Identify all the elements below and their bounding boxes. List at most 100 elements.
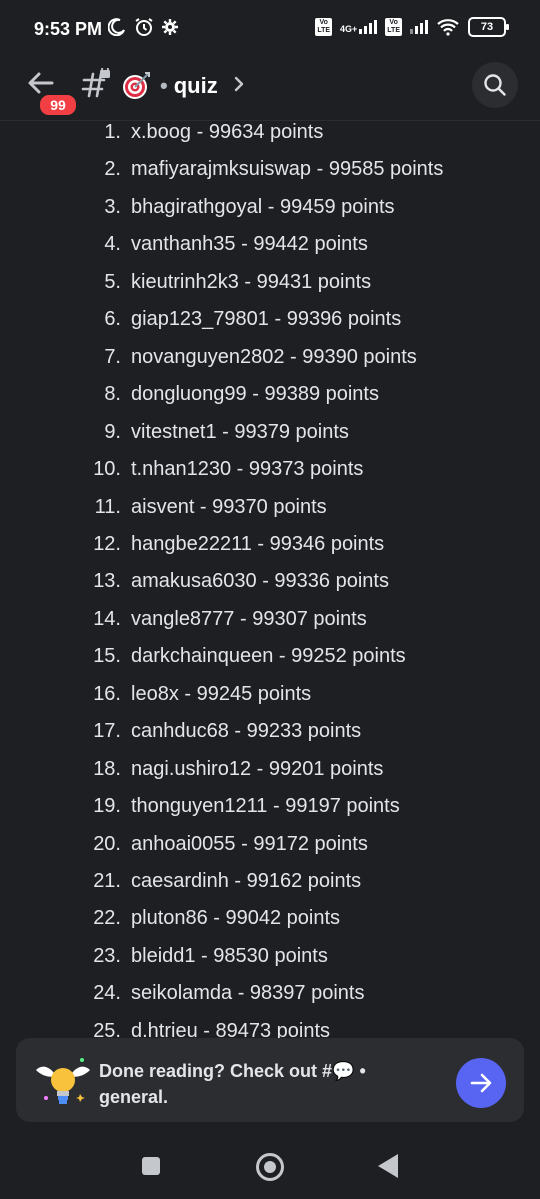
user-score-text: giap123_79801 - 99396 points (131, 308, 402, 331)
leaderboard-row: 18. nagi.ushiro12 - 99201 points (0, 756, 540, 793)
recents-button[interactable] (142, 1157, 160, 1175)
moon-icon (108, 18, 125, 36)
rank-number: 8. (104, 383, 121, 406)
channel-header: 99 • quiz (0, 58, 540, 120)
title-separator: • (160, 73, 168, 98)
rank-number: 4. (104, 233, 121, 256)
rank-number: 16. (93, 682, 121, 705)
user-score-text: seikolamda - 98397 points (131, 982, 365, 1005)
home-button[interactable] (256, 1153, 284, 1181)
leaderboard-row: 8. dongluong99 - 99389 points (0, 381, 540, 418)
leaderboard-row: 10. t.nhan1230 - 99373 points (0, 456, 540, 493)
channel-title[interactable]: • quiz (160, 73, 218, 99)
rank-number: 23. (93, 944, 121, 967)
user-score-text: canhduc68 - 99233 points (131, 720, 362, 743)
rank-number: 12. (93, 532, 121, 555)
user-score-text: pluton86 - 99042 points (131, 907, 341, 930)
user-score-text: novanguyen2802 - 99390 points (131, 345, 417, 368)
leaderboard-row: 4. vanthanh35 - 99442 points (0, 231, 540, 268)
leaderboard-row: 7. novanguyen2802 - 99390 points (0, 344, 540, 381)
leaderboard-row: 13. amakusa6030 - 99336 points (0, 568, 540, 605)
search-button[interactable] (472, 62, 518, 108)
leaderboard-row: 12. hangbe22211 - 99346 points (0, 531, 540, 568)
leaderboard-row: 5. kieutrinh2k3 - 99431 points (0, 269, 540, 306)
leaderboard-row: 2. mafiyarajmksuiswap - 99585 points (0, 156, 540, 193)
locked-text-channel-icon (81, 68, 110, 98)
message-content: 1. x.boog - 99634 points 2. mafiyarajmksuis… (0, 120, 540, 1043)
go-to-channel-button[interactable] (456, 1058, 506, 1108)
signal-bars-icon (359, 20, 378, 34)
winged-lightbulb-icon (36, 1058, 90, 1104)
rank-number: 2. (104, 158, 121, 181)
rank-number: 22. (93, 907, 121, 930)
user-score-text: vangle8777 - 99307 points (131, 607, 367, 630)
rank-number: 15. (93, 645, 121, 668)
rank-number: 11. (94, 495, 121, 518)
system-navigation-bar (0, 1124, 540, 1199)
leaderboard-row: 24. seikolamda - 98397 points (0, 980, 540, 1017)
leaderboard-row: 1. x.boog - 99634 points (0, 121, 540, 156)
user-score-text: caesardinh - 99162 points (131, 870, 362, 892)
signal-bars-icon-2 (410, 20, 428, 34)
volte-icon-2: Vo LTE (385, 18, 402, 36)
status-bar: 9:53 PM Vo LTE 4G+ Vo LTE 73 (0, 0, 540, 58)
leaderboard-row: 21. caesardinh - 99162 points (0, 868, 540, 905)
leaderboard-row: 20. anhoai0055 - 99172 points (0, 831, 540, 868)
user-score-text: bleidd1 - 98530 points (131, 944, 328, 967)
network-type: 4G+ (340, 24, 358, 34)
network-indicator: 4G+ (340, 20, 378, 34)
rank-number: 24. (93, 982, 121, 1005)
user-score-text: amakusa6030 - 99336 points (131, 570, 389, 593)
rank-number: 17. (93, 720, 121, 743)
wifi-icon (437, 19, 459, 36)
rank-number: 5. (104, 270, 121, 293)
rank-number: 13. (93, 570, 121, 593)
rank-number: 14. (93, 607, 121, 630)
user-score-text: darkchainqueen - 99252 points (131, 645, 406, 668)
user-score-text: aisvent - 99370 points (131, 495, 327, 518)
unread-badge: 99 (37, 92, 79, 118)
leaderboard-row: 23. bleidd1 - 98530 points (0, 943, 540, 980)
settings-gear-icon (162, 19, 178, 35)
volte-icon: Vo LTE (315, 18, 333, 36)
rank-number: 18. (93, 757, 121, 780)
status-time: 9:53 PM (34, 19, 103, 39)
user-score-text: bhagirathgoyal - 99459 points (131, 195, 395, 218)
user-score-text: nagi.ushiro12 - 99201 points (131, 757, 384, 780)
search-icon (484, 74, 506, 96)
system-back-button[interactable] (378, 1154, 398, 1178)
leaderboard-row: 16. leo8x - 99245 points (0, 681, 540, 718)
rank-number: 19. (93, 795, 121, 818)
leaderboard-row: 15. darkchainqueen - 99252 points (0, 643, 540, 680)
rank-number: 1. (104, 121, 121, 143)
direct-hit-target-icon (121, 71, 151, 101)
done-reading-banner[interactable]: Done reading? Check out #💬 • general. (16, 1038, 524, 1122)
user-score-text: vitestnet1 - 99379 points (131, 420, 349, 443)
user-score-text: mafiyarajmksuiswap - 99585 points (131, 158, 444, 181)
leaderboard-row: 11. aisvent - 99370 points (0, 494, 540, 531)
user-score-text: leo8x - 99245 points (131, 682, 312, 705)
chevron-right-icon[interactable] (232, 74, 246, 94)
rank-number: 3. (104, 195, 121, 218)
user-score-text: x.boog - 99634 points (131, 121, 324, 143)
leaderboard-row: 22. pluton86 - 99042 points (0, 905, 540, 942)
user-score-text: hangbe22211 - 99346 points (131, 532, 385, 555)
user-score-text: thonguyen1211 - 99197 points (131, 795, 400, 818)
rank-number: 10. (93, 458, 121, 481)
leaderboard-row: 19. thonguyen1211 - 99197 points (0, 793, 540, 830)
rank-number: 21. (93, 870, 121, 892)
user-score-text: t.nhan1230 - 99373 points (131, 458, 364, 481)
leaderboard-row: 17. canhduc68 - 99233 points (0, 718, 540, 755)
leaderboard-row: 3. bhagirathgoyal - 99459 points (0, 194, 540, 231)
user-score-text: kieutrinh2k3 - 99431 points (131, 270, 372, 293)
rank-number: 7. (104, 345, 121, 368)
rank-number: 9. (104, 420, 121, 443)
channel-name: quiz (173, 73, 218, 98)
leaderboard-row: 9. vitestnet1 - 99379 points (0, 419, 540, 456)
leaderboard-row: 6. giap123_79801 - 99396 points (0, 306, 540, 343)
leaderboard-row: 14. vangle8777 - 99307 points (0, 606, 540, 643)
rank-number: 20. (93, 832, 121, 855)
rank-number: 6. (104, 308, 121, 331)
arrow-right-icon (470, 1073, 492, 1093)
alarm-icon (135, 18, 153, 36)
